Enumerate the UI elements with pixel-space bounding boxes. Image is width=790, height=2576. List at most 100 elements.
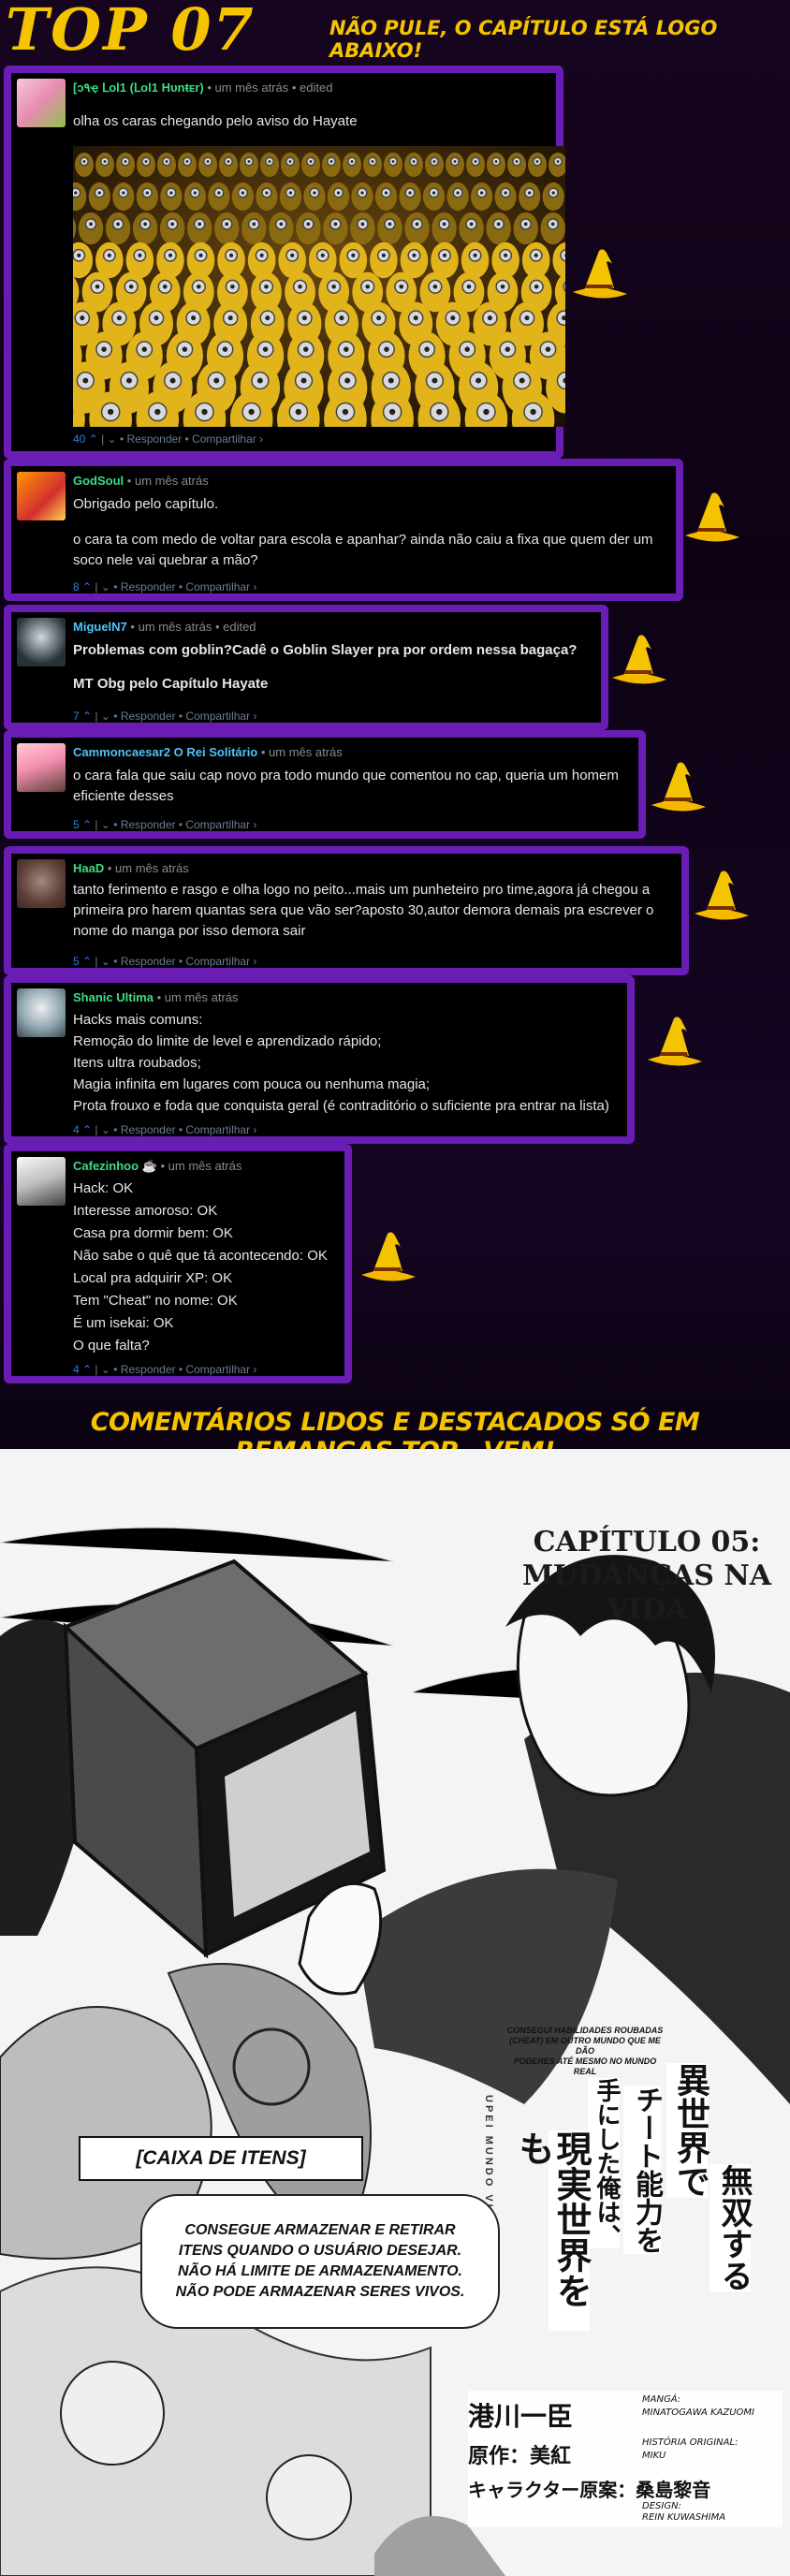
downvote-icon[interactable]: ⌄	[101, 1363, 113, 1376]
share-link[interactable]: Compartilhar ›	[185, 818, 256, 831]
avatar[interactable]	[17, 79, 66, 127]
upvote-icon[interactable]: ⌃	[82, 710, 95, 723]
chapter-title: CAPÍTULO 05: MUDANÇAS NA VIDA	[520, 1526, 773, 1627]
avatar[interactable]	[17, 988, 66, 1037]
reply-link[interactable]: Responder	[121, 710, 176, 723]
downvote-icon[interactable]: ⌄	[108, 432, 120, 446]
upvote-count: 5	[73, 818, 80, 831]
avatar[interactable]	[17, 472, 66, 520]
minion-crowd-image	[73, 146, 565, 427]
credit-story-jp: 原作：美紅	[468, 2445, 572, 2468]
comment-line: Local pra adquirir XP: OK	[73, 1270, 233, 1286]
comment-line: Magia infinita em lugares com pouca ou n…	[73, 1076, 431, 1092]
comment-meta: Cammoncaesar2 O Rei Solitário • um mês a…	[73, 745, 343, 759]
comment-line	[73, 661, 577, 674]
downvote-icon[interactable]: ⌄	[101, 710, 113, 723]
comment-body: Hacks mais comuns: Remoção do limite de …	[73, 1009, 609, 1117]
comment-line: É um isekai: OK	[73, 1315, 174, 1331]
upvote-count: 4	[73, 1123, 80, 1136]
avatar[interactable]	[17, 618, 66, 666]
upvote-icon[interactable]: ⌃	[82, 1123, 95, 1136]
jp-title-line: 無双する	[710, 2164, 753, 2291]
comment-meta: [ↄ۹ҿ ᒪᴏl1 (ᒪᴏl1 Hᴜnŧᴇr) • um mês atrás •…	[73, 80, 332, 95]
reply-link[interactable]: Responder	[121, 1123, 176, 1136]
avatar[interactable]	[17, 859, 66, 908]
timestamp[interactable]: • um mês atrás • edited	[207, 80, 332, 95]
comment-line: MT Obg pelo Capítulo Hayate	[73, 676, 269, 692]
comment-meta: Cafezinhoo ☕ • um mês atrás	[73, 1159, 241, 1174]
upvote-icon[interactable]: ⌃	[82, 580, 95, 593]
downvote-icon[interactable]: ⌄	[101, 580, 113, 593]
downvote-icon[interactable]: ⌄	[101, 955, 113, 968]
timestamp[interactable]: • um mês atrás	[157, 990, 239, 1004]
manga-cover-image: CAPÍTULO 05: MUDANÇAS NA VIDA CONSEGUI H…	[0, 1449, 790, 2576]
avatar[interactable]	[17, 1157, 66, 1206]
avatar[interactable]	[17, 743, 66, 792]
comment-body: Obrigado pelo capítulo. o cara ta com me…	[73, 494, 653, 571]
item-box-title: [CAIXA DE ITENS]	[79, 2136, 363, 2181]
share-link[interactable]: Compartilhar ›	[185, 580, 256, 593]
item-box-line: ITENS QUANDO O USUÁRIO DESEJAR.	[178, 2243, 462, 2259]
share-link[interactable]: Compartilhar ›	[185, 955, 256, 968]
reply-link[interactable]: Responder	[126, 432, 182, 446]
tagline-line: (CHEAT) EM OUTRO MUNDO QUE ME DÃO	[509, 2036, 661, 2056]
witch-hat-icon	[695, 871, 749, 920]
chapter-title-line: MUDANÇAS NA	[521, 1559, 772, 1592]
comment-actions: 5 ⌃ | ⌄ • Responder • Compartilhar ›	[73, 955, 257, 968]
share-link[interactable]: Compartilhar ›	[192, 432, 263, 446]
jp-title-line: 異世界で	[666, 2063, 710, 2198]
comment-line: primeira pro harem quantas sera que vão …	[73, 902, 654, 918]
timestamp[interactable]: • um mês atrás	[127, 474, 209, 488]
upvote-count: 5	[73, 955, 80, 968]
comment-line: olha os caras chegando pelo aviso do Hay…	[73, 113, 358, 129]
credit-manga-name: MINATOGAWA KAZUOMI	[642, 2408, 754, 2418]
comment-line: Não sabe o quê que tá acontecendo: OK	[73, 1248, 328, 1264]
reply-link[interactable]: Responder	[121, 580, 176, 593]
upvote-icon[interactable]: ⌃	[82, 818, 95, 831]
credit-manga-jp: 港川一臣	[468, 2401, 574, 2432]
comment-line: Remoção do limite de level e aprendizado…	[73, 1033, 382, 1049]
downvote-icon[interactable]: ⌄	[101, 818, 113, 831]
username[interactable]: GodSoul	[73, 474, 124, 488]
upvote-icon[interactable]: ⌃	[89, 432, 101, 446]
japanese-title-logo: 異世界で チート能力を 手にした俺は、 現実世界をも 無双する	[513, 2059, 758, 2331]
timestamp[interactable]: • um mês atrás	[108, 861, 189, 875]
timestamp[interactable]: • um mês atrás	[261, 745, 343, 759]
witch-hat-icon	[612, 635, 666, 684]
reply-link[interactable]: Responder	[121, 1363, 176, 1376]
share-link[interactable]: Compartilhar ›	[185, 1123, 256, 1136]
reply-link[interactable]: Responder	[121, 818, 176, 831]
username[interactable]: [ↄ۹ҿ ᒪᴏl1 (ᒪᴏl1 Hᴜnŧᴇr)	[73, 80, 204, 95]
witch-hat-icon	[573, 249, 627, 299]
comment-body: o cara fala que saiu cap novo pra todo m…	[73, 766, 619, 807]
credit-manga-label: MANGÁ:	[642, 2394, 681, 2405]
timestamp[interactable]: • um mês atrás	[160, 1159, 241, 1173]
reply-link[interactable]: Responder	[121, 955, 176, 968]
username[interactable]: HaaD	[73, 861, 104, 875]
username[interactable]: Cammoncaesar2 O Rei Solitário	[73, 745, 257, 759]
witch-hat-icon	[651, 762, 706, 812]
timestamp[interactable]: • um mês atrás • edited	[130, 620, 256, 634]
username[interactable]: Cafezinhoo ☕	[73, 1159, 157, 1173]
upvote-count: 7	[73, 710, 80, 723]
item-box-line: NÃO PODE ARMAZENAR SERES VIVOS.	[175, 2284, 465, 2300]
username[interactable]: MiguelN7	[73, 620, 127, 634]
username[interactable]: Shanic Ultima	[73, 990, 154, 1004]
comment-card: GodSoul • um mês atrás Obrigado pelo cap…	[4, 459, 683, 601]
comment-actions: 5 ⌃ | ⌄ • Responder • Compartilhar ›	[73, 818, 257, 831]
upvote-icon[interactable]: ⌃	[82, 955, 95, 968]
comment-card: HaaD • um mês atrás tanto ferimento e ra…	[4, 846, 689, 975]
comment-meta: HaaD • um mês atrás	[73, 861, 189, 875]
credit-story-name: MIKU	[642, 2451, 666, 2461]
credit-design-name: REIN KUWASHIMA	[642, 2512, 726, 2523]
share-link[interactable]: Compartilhar ›	[185, 1363, 256, 1376]
upvote-icon[interactable]: ⌃	[82, 1363, 95, 1376]
comment-line: Hack: OK	[73, 1180, 134, 1196]
comment-image[interactable]	[73, 146, 565, 427]
share-link[interactable]: Compartilhar ›	[185, 710, 256, 723]
comment-card: [ↄ۹ҿ ᒪᴏl1 (ᒪᴏl1 Hᴜnŧᴇr) • um mês atrás •…	[4, 66, 565, 459]
comment-actions: 7 ⌃ | ⌄ • Responder • Compartilhar ›	[73, 710, 257, 723]
comment-actions: 8 ⌃ | ⌄ • Responder • Compartilhar ›	[73, 580, 257, 593]
downvote-icon[interactable]: ⌄	[101, 1123, 113, 1136]
credit-design-label: DESIGN:	[642, 2501, 681, 2511]
